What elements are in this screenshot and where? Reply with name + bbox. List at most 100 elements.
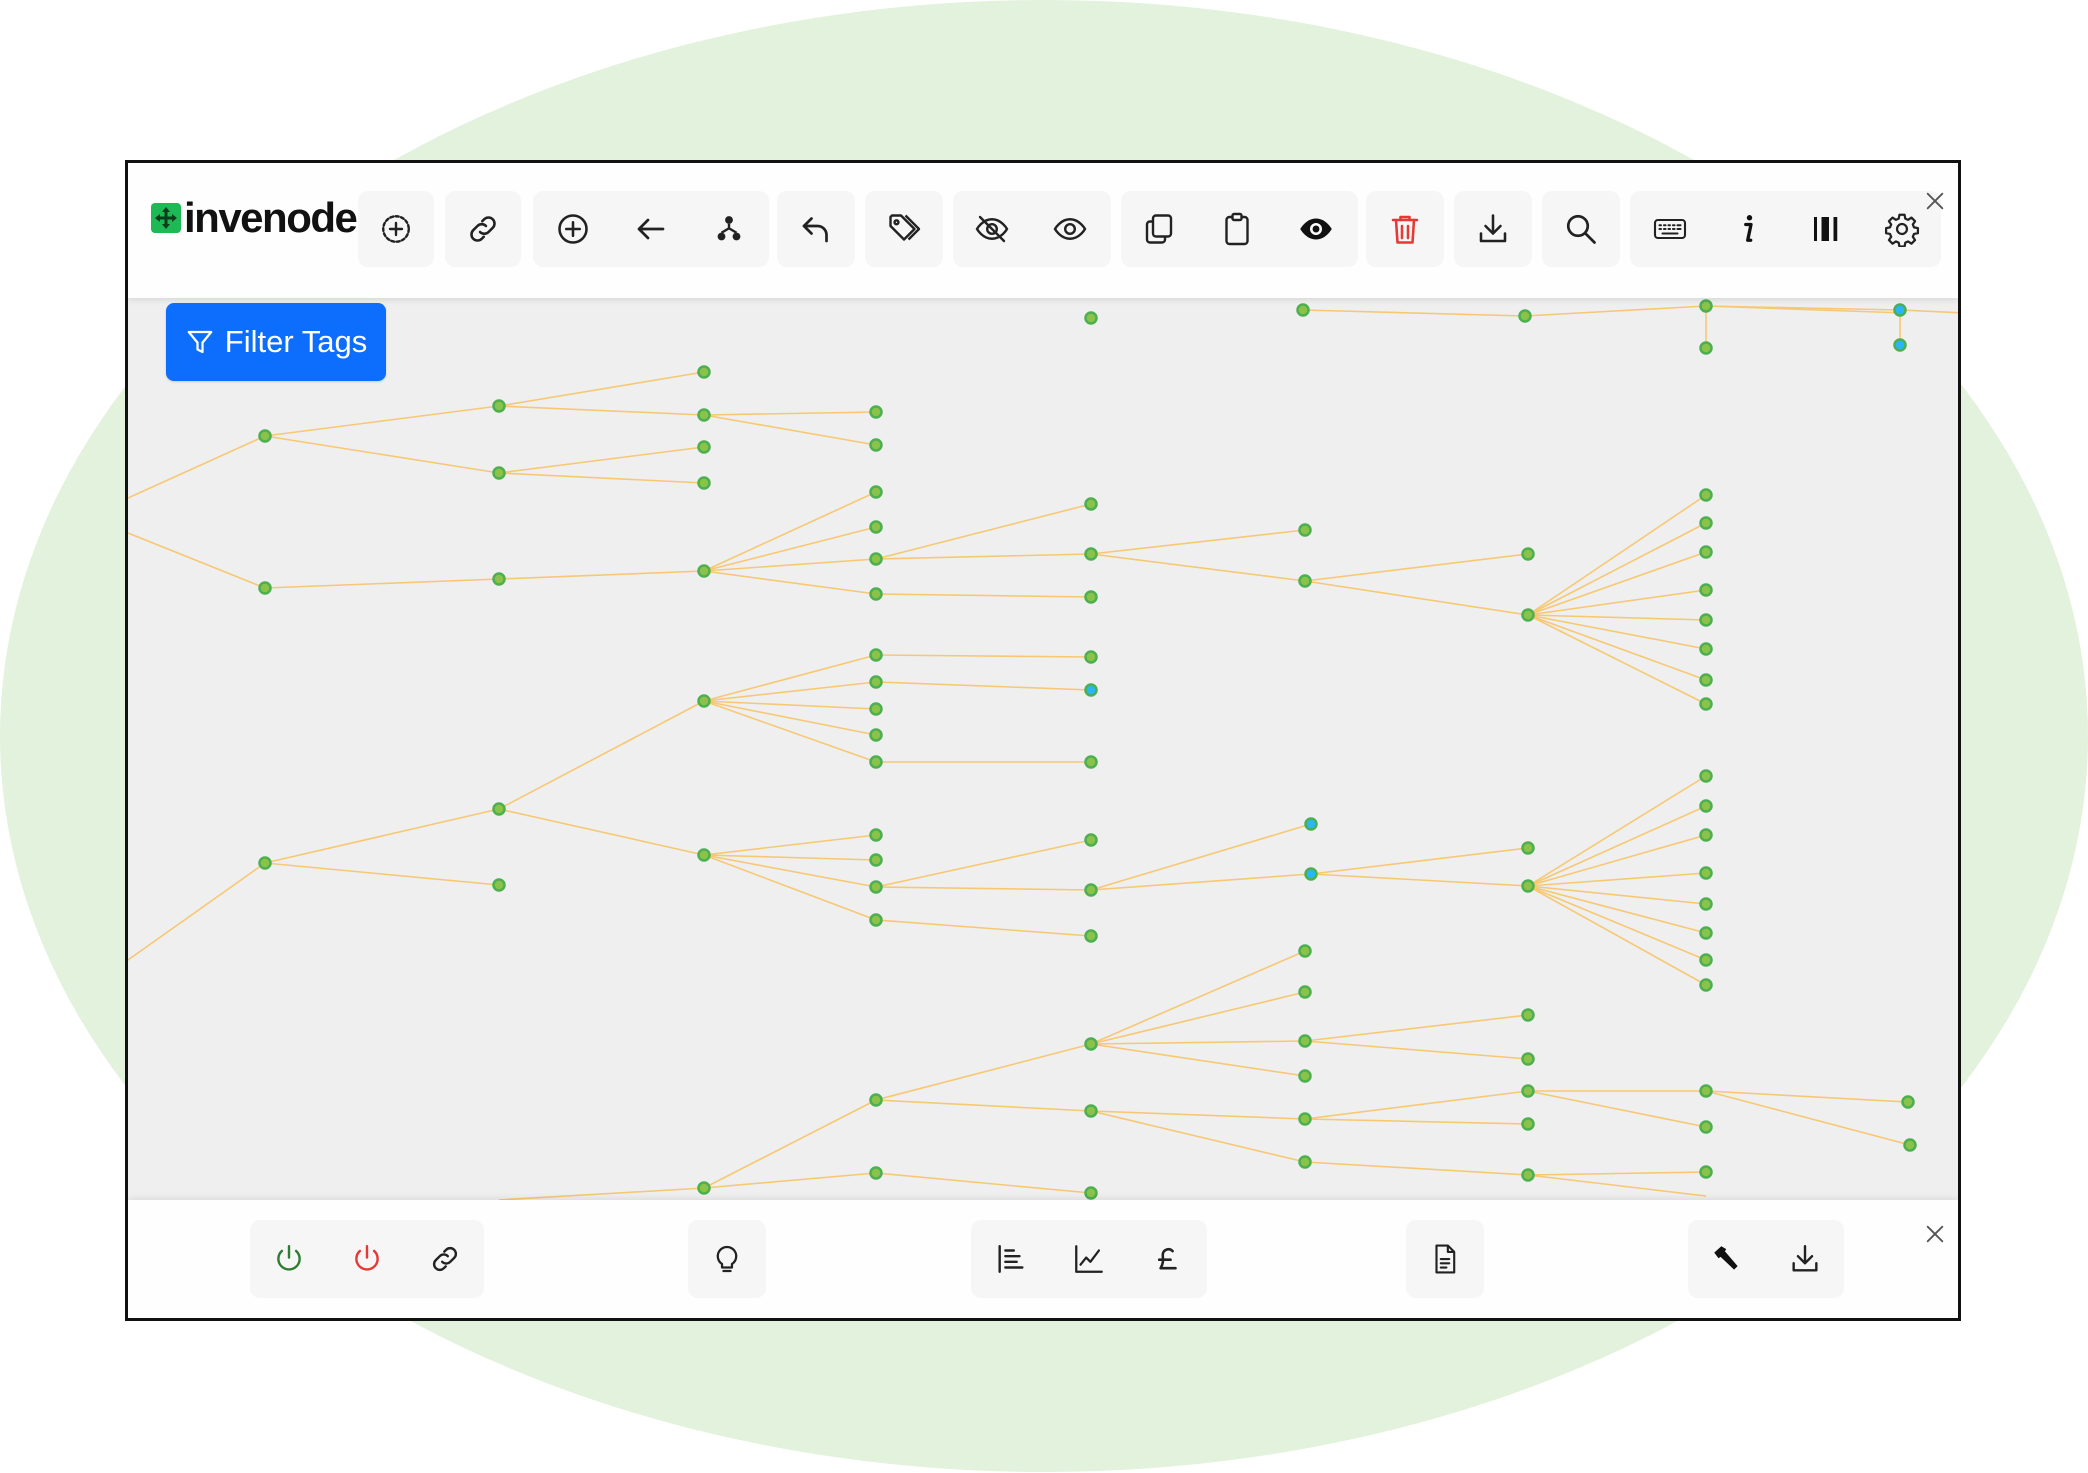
graph-node[interactable] [1699, 488, 1713, 502]
graph-node[interactable] [869, 675, 883, 689]
graph-node[interactable] [1699, 1084, 1713, 1098]
graph-node[interactable] [1298, 523, 1312, 537]
graph-node[interactable] [869, 880, 883, 894]
graph-node[interactable] [1699, 299, 1713, 313]
graph-node[interactable] [1901, 1095, 1915, 1109]
graph-node[interactable] [1699, 897, 1713, 911]
delete-button[interactable] [1367, 191, 1443, 267]
power-on-button[interactable] [250, 1220, 328, 1298]
currency-button[interactable] [1128, 1220, 1206, 1298]
graph-node[interactable] [1084, 1186, 1098, 1200]
graph-node[interactable] [697, 440, 711, 454]
graph-node[interactable] [1084, 547, 1098, 561]
graph-node[interactable] [869, 587, 883, 601]
graph-node[interactable] [1699, 642, 1713, 656]
graph-node[interactable] [1521, 1084, 1535, 1098]
graph-node[interactable] [697, 476, 711, 490]
graph-node[interactable] [1699, 926, 1713, 940]
graph-node[interactable] [1304, 867, 1318, 881]
graph-node[interactable] [1298, 1112, 1312, 1126]
graph-node[interactable] [869, 828, 883, 842]
graph-node[interactable] [1298, 1034, 1312, 1048]
graph-node[interactable] [258, 581, 272, 595]
graph-node[interactable] [1699, 583, 1713, 597]
graph-node[interactable] [1893, 338, 1907, 352]
graph-node[interactable] [1699, 828, 1713, 842]
graph-node[interactable] [869, 755, 883, 769]
graph-node[interactable] [1084, 1037, 1098, 1051]
graph-node[interactable] [697, 694, 711, 708]
graph-node[interactable] [697, 848, 711, 862]
graph-node[interactable] [869, 853, 883, 867]
graph-node[interactable] [1699, 953, 1713, 967]
graph-node[interactable] [1298, 1155, 1312, 1169]
graph-node[interactable] [1521, 1117, 1535, 1131]
graph-node[interactable] [697, 365, 711, 379]
back-button[interactable] [613, 191, 689, 267]
paste-button[interactable] [1199, 191, 1275, 267]
graph-node[interactable] [492, 802, 506, 816]
graph-node[interactable] [1296, 303, 1310, 317]
graph-node[interactable] [1903, 1138, 1917, 1152]
bottom-download-button[interactable] [1766, 1220, 1844, 1298]
columns-button[interactable] [1788, 191, 1864, 267]
graph-node[interactable] [1298, 574, 1312, 588]
graph-node[interactable] [1699, 799, 1713, 813]
graph-node[interactable] [869, 913, 883, 927]
undo-button[interactable] [778, 191, 854, 267]
graph-node[interactable] [1699, 697, 1713, 711]
graph-node[interactable] [1699, 1120, 1713, 1134]
graph-node[interactable] [258, 429, 272, 443]
graph-node[interactable] [1521, 1168, 1535, 1182]
search-button[interactable] [1543, 191, 1619, 267]
graph-node[interactable] [492, 399, 506, 413]
graph-node[interactable] [258, 856, 272, 870]
graph-node[interactable] [1084, 497, 1098, 511]
graph-node[interactable] [697, 408, 711, 422]
graph-node[interactable] [869, 728, 883, 742]
filter-tags-button[interactable]: Filter Tags [166, 303, 386, 381]
graph-node[interactable] [1521, 1008, 1535, 1022]
document-button[interactable] [1406, 1220, 1484, 1298]
add-child-button[interactable] [535, 191, 611, 267]
ideas-button[interactable] [688, 1220, 766, 1298]
graph-node[interactable] [869, 1093, 883, 1107]
graph-node[interactable] [869, 552, 883, 566]
hide-button[interactable] [954, 191, 1030, 267]
graph-node[interactable] [1084, 929, 1098, 943]
graph-node[interactable] [1084, 590, 1098, 604]
close-toolbar-button[interactable] [1921, 187, 1949, 215]
graph-node[interactable] [1084, 833, 1098, 847]
tree-list-button[interactable] [972, 1220, 1050, 1298]
bottom-link-button[interactable] [406, 1220, 484, 1298]
build-button[interactable] [1688, 1220, 1766, 1298]
graph-node[interactable] [1084, 755, 1098, 769]
graph-node[interactable] [869, 485, 883, 499]
graph-node[interactable] [1699, 769, 1713, 783]
graph-node[interactable] [1298, 985, 1312, 999]
graph-node[interactable] [1521, 879, 1535, 893]
graph-node[interactable] [1699, 341, 1713, 355]
graph-node[interactable] [869, 520, 883, 534]
tags-button[interactable] [866, 191, 942, 267]
graph-node[interactable] [1893, 303, 1907, 317]
graph-node[interactable] [697, 564, 711, 578]
show-button[interactable] [1032, 191, 1108, 267]
view-button[interactable] [1278, 191, 1354, 267]
graph-node[interactable] [1521, 608, 1535, 622]
graph-node[interactable] [1521, 1052, 1535, 1066]
chart-button[interactable] [1050, 1220, 1128, 1298]
info-button[interactable] [1710, 191, 1786, 267]
graph-node[interactable] [1084, 883, 1098, 897]
graph-node[interactable] [869, 648, 883, 662]
graph-node[interactable] [869, 1166, 883, 1180]
graph-node[interactable] [1699, 673, 1713, 687]
keyboard-button[interactable] [1632, 191, 1708, 267]
graph-node[interactable] [869, 438, 883, 452]
graph-node[interactable] [1521, 547, 1535, 561]
graph-node[interactable] [1084, 1104, 1098, 1118]
graph-node[interactable] [1699, 978, 1713, 992]
graph-node[interactable] [697, 1181, 711, 1195]
graph-node[interactable] [1084, 650, 1098, 664]
graph-node[interactable] [1298, 1069, 1312, 1083]
